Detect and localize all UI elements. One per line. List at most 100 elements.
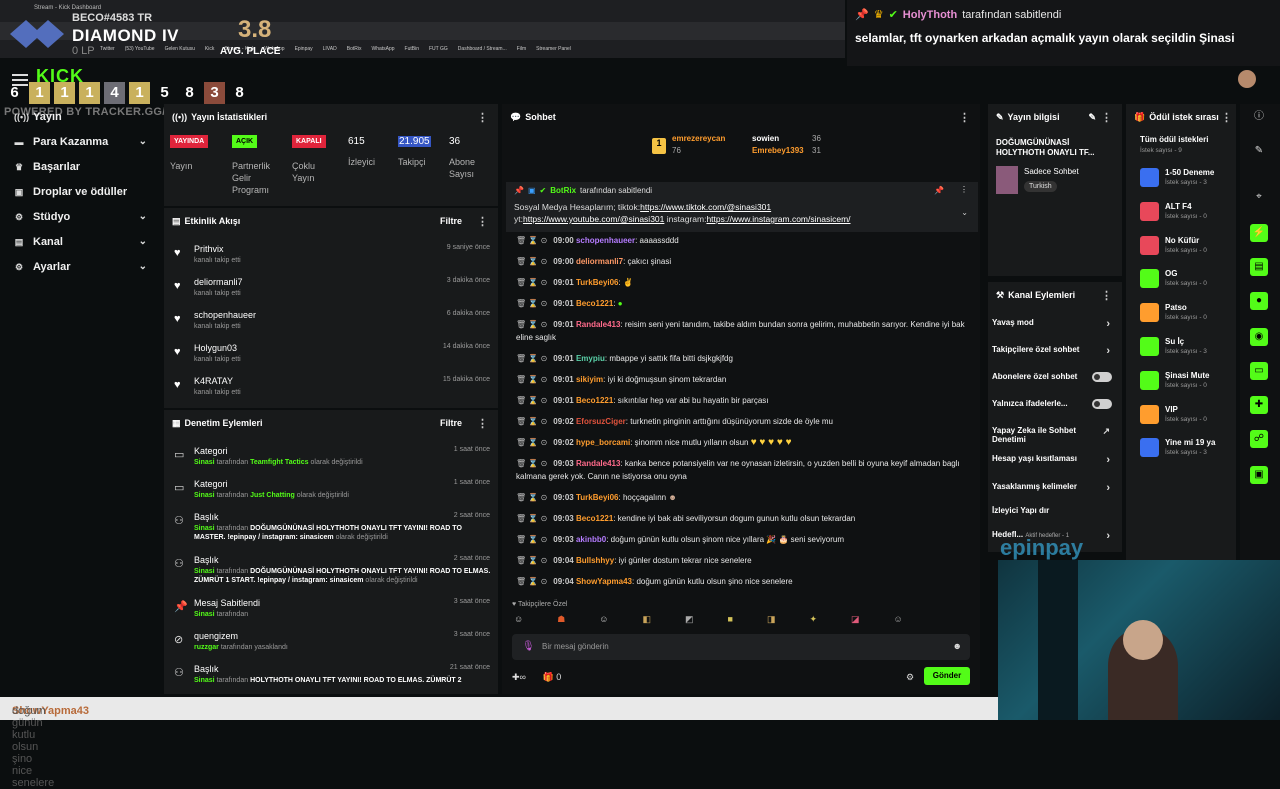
chat-username[interactable]: TurkBeyi06 bbox=[576, 493, 619, 502]
emote-icon[interactable]: ☺ bbox=[894, 614, 903, 630]
emote-icon[interactable]: ◩ bbox=[685, 614, 694, 630]
category-name[interactable]: Sadece Sohbet bbox=[1024, 167, 1079, 176]
moderation-tools-icon[interactable]: 🗑 ⌛ ⊙ bbox=[516, 299, 547, 308]
mod-actor[interactable]: Sinasi bbox=[194, 677, 215, 684]
chevron-down-icon[interactable]: ⌄ bbox=[139, 211, 147, 222]
sidebar-item-droplar-ve-d-ller[interactable]: ▣ Droplar ve ödüller bbox=[0, 179, 160, 204]
moderation-tools-icon[interactable]: 🗑 ⌛ ⊙ bbox=[516, 459, 547, 468]
sidebar-item-kanal[interactable]: ▤ Kanal ⌄ bbox=[0, 229, 160, 254]
emote-icon[interactable]: ■ bbox=[728, 614, 733, 630]
filter-button[interactable]: Filtre bbox=[440, 216, 462, 226]
chat-username[interactable]: Beco1221 bbox=[576, 396, 613, 405]
moderation-tools-icon[interactable]: 🗑 ⌛ ⊙ bbox=[516, 514, 547, 523]
gift-icon[interactable]: ▣ bbox=[1250, 466, 1268, 484]
chat-input[interactable]: 🎙 Bir mesaj gönderin ☻ bbox=[512, 634, 970, 660]
moderation-tools-icon[interactable]: 🗑 ⌛ ⊙ bbox=[516, 320, 547, 329]
chat-username[interactable]: hype_borcami bbox=[576, 438, 630, 447]
chat-username[interactable]: Beco1221 bbox=[576, 514, 613, 523]
mic-icon[interactable]: 🎙 bbox=[522, 641, 535, 652]
menu-icon[interactable] bbox=[12, 74, 28, 86]
channel-action-2[interactable]: Abonelere özel sohbet bbox=[992, 372, 1118, 382]
more-icon[interactable]: ⋮ bbox=[477, 111, 488, 124]
external-link-icon[interactable]: ↗ bbox=[1102, 426, 1110, 437]
moderation-tools-icon[interactable]: 🗑 ⌛ ⊙ bbox=[516, 577, 547, 586]
more-icon[interactable]: ⋮ bbox=[959, 111, 970, 124]
chat-username[interactable]: Emypiu bbox=[576, 354, 605, 363]
more-icon[interactable]: ⋮ bbox=[1101, 289, 1112, 302]
edit-icon[interactable]: ✎ bbox=[1088, 112, 1096, 123]
more-icon[interactable]: ⋮ bbox=[1101, 111, 1112, 124]
chat-username[interactable]: schopenhaueer bbox=[576, 236, 635, 245]
emoji-icon[interactable]: ☻ bbox=[953, 641, 962, 651]
chevron-right-icon[interactable]: › bbox=[1106, 482, 1110, 494]
more-icon[interactable]: ⋮ bbox=[477, 417, 488, 430]
broadcast-icon[interactable]: ◉ bbox=[1250, 328, 1268, 346]
info-icon[interactable]: ⓘ bbox=[1250, 108, 1268, 126]
youtube-link[interactable]: https://www.youtube.com/@sinasi301 bbox=[523, 214, 664, 224]
users-icon[interactable]: ☍ bbox=[1250, 430, 1268, 448]
bookmark-item[interactable]: WhatsApp bbox=[371, 46, 394, 52]
chevron-right-icon[interactable]: › bbox=[1106, 345, 1110, 357]
activity-user[interactable]: schopenhaueer bbox=[194, 310, 256, 320]
moderation-tools-icon[interactable]: 🗑 ⌛ ⊙ bbox=[516, 396, 547, 405]
gift-icon[interactable]: 🎁 bbox=[542, 672, 553, 682]
sidebar-item-yay-n[interactable]: ((•)) Yayın bbox=[0, 104, 160, 129]
mod-actor[interactable]: Sinasi bbox=[194, 525, 215, 532]
camera-icon[interactable]: ⌖ bbox=[1250, 188, 1268, 206]
mod-actor[interactable]: Sinasi bbox=[194, 492, 215, 499]
moderation-tools-icon[interactable]: 🗑 ⌛ ⊙ bbox=[516, 354, 547, 363]
points-row[interactable]: ✚∞ 🎁 0 bbox=[512, 672, 561, 683]
channel-action-6[interactable]: Yasaklanmış kelimeler › bbox=[992, 482, 1118, 494]
emote-icon[interactable]: ☺ bbox=[514, 614, 523, 630]
mod-actor[interactable]: Sinasi bbox=[194, 611, 215, 618]
chevron-right-icon[interactable]: › bbox=[1106, 454, 1110, 466]
moderation-tools-icon[interactable]: 🗑 ⌛ ⊙ bbox=[516, 438, 547, 447]
mod-actor[interactable]: ruzzgar bbox=[194, 644, 219, 651]
more-icon[interactable]: ⋮ bbox=[960, 185, 968, 194]
mod-actor[interactable]: Sinasi bbox=[194, 459, 215, 466]
chat-username[interactable]: akinbb0 bbox=[576, 535, 606, 544]
moderation-tools-icon[interactable]: 🗑 ⌛ ⊙ bbox=[516, 257, 547, 266]
chat-username[interactable]: EforsuzCiger bbox=[576, 417, 626, 426]
bookmark-item[interactable]: LIVAD bbox=[323, 46, 337, 52]
screen-icon[interactable]: ▭ bbox=[1250, 362, 1268, 380]
toggle-switch[interactable] bbox=[1092, 372, 1112, 382]
activity-user[interactable]: deliormanli7 bbox=[194, 277, 243, 287]
chat-username[interactable]: Randale413 bbox=[576, 459, 620, 468]
bookmark-item[interactable]: FUT GG bbox=[429, 46, 448, 52]
bookmark-item[interactable]: FutBin bbox=[405, 46, 419, 52]
clipboard-icon[interactable]: ▤ bbox=[1250, 258, 1268, 276]
emote-icon[interactable]: ☺ bbox=[599, 614, 608, 630]
channel-action-0[interactable]: Yavaş mod › bbox=[992, 318, 1118, 330]
mod-actor[interactable]: Sinasi bbox=[194, 568, 215, 575]
channel-action-4[interactable]: Yapay Zeka ile Sohbet Denetimi ↗ bbox=[992, 426, 1118, 444]
bookmark-item[interactable]: Dashboard / Stream... bbox=[458, 46, 507, 52]
toggle-switch[interactable] bbox=[1092, 399, 1112, 409]
activity-user[interactable]: Prithvix bbox=[194, 244, 224, 254]
tiktok-link[interactable]: https://www.tiktok.com/@sinasi301 bbox=[640, 202, 771, 212]
bookmark-item[interactable]: BotRix bbox=[347, 46, 362, 52]
chat-username[interactable]: Bullshhyy bbox=[576, 556, 614, 565]
gear-icon[interactable]: ⚙ bbox=[906, 672, 914, 683]
emote-icon[interactable]: ☗ bbox=[557, 614, 565, 630]
wrench-icon[interactable]: ✚ bbox=[1250, 396, 1268, 414]
activity-user[interactable]: Holygun03 bbox=[194, 343, 237, 353]
chevron-down-icon[interactable]: ⌄ bbox=[139, 136, 147, 147]
activity-user[interactable]: K4RATAY bbox=[194, 376, 233, 386]
moderation-tools-icon[interactable]: 🗑 ⌛ ⊙ bbox=[516, 236, 547, 245]
emote-icon[interactable]: ◨ bbox=[767, 614, 776, 630]
chevron-down-icon[interactable]: ⌄ bbox=[961, 208, 968, 217]
more-icon[interactable]: ⋮ bbox=[1221, 111, 1232, 124]
moderation-tools-icon[interactable]: 🗑 ⌛ ⊙ bbox=[516, 375, 547, 384]
more-icon[interactable]: ⋮ bbox=[477, 215, 488, 228]
moderation-tools-icon[interactable]: 🗑 ⌛ ⊙ bbox=[516, 417, 547, 426]
bookmark-item[interactable]: Streamer Panel bbox=[536, 46, 571, 52]
chat-username[interactable]: TurkBeyi06 bbox=[576, 278, 619, 287]
unpin-icon[interactable]: 📌 bbox=[934, 186, 944, 195]
chat-username[interactable]: deliormanli7 bbox=[576, 257, 623, 266]
sidebar-item-ayarlar[interactable]: ⚙ Ayarlar ⌄ bbox=[0, 254, 160, 279]
channel-action-1[interactable]: Takipçilere özel sohbet › bbox=[992, 345, 1118, 357]
chevron-right-icon[interactable]: › bbox=[1106, 318, 1110, 330]
chat-username[interactable]: Beco1221 bbox=[576, 299, 613, 308]
chevron-right-icon[interactable]: › bbox=[1106, 530, 1110, 542]
